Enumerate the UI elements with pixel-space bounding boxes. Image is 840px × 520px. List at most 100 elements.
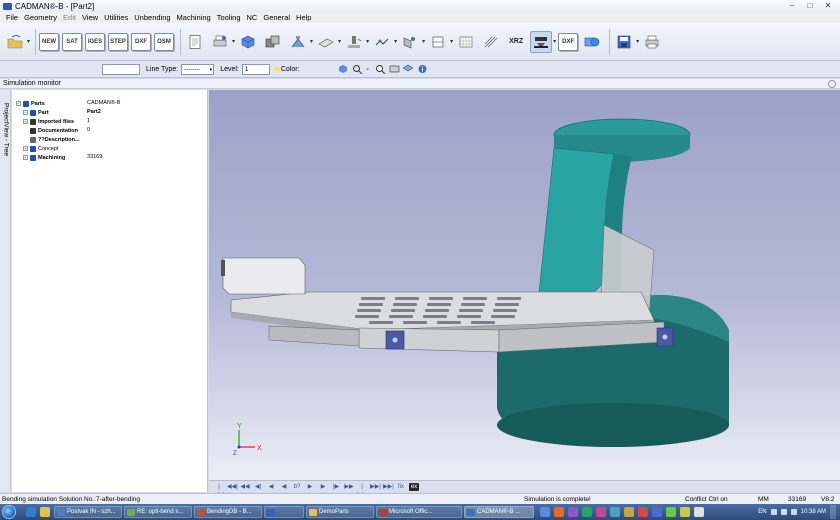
clock[interactable]: 10:38 AM: [801, 509, 826, 515]
dxf-export-button[interactable]: DXF: [558, 32, 579, 51]
play-button[interactable]: ▶: [305, 483, 315, 491]
xrz-button[interactable]: XRZ: [505, 31, 527, 53]
minimize-button[interactable]: –: [784, 1, 800, 10]
line-type-select[interactable]: -------- ▾: [181, 63, 215, 75]
tree-row[interactable]: − Parts: [16, 99, 45, 108]
measure-button[interactable]: [371, 31, 393, 53]
next-step-button[interactable]: |▶▶: [357, 483, 367, 498]
menu-view[interactable]: View: [82, 13, 98, 22]
ie-icon[interactable]: [26, 507, 36, 517]
expand-icon[interactable]: +: [23, 119, 28, 124]
quicklaunch-icon[interactable]: [680, 507, 690, 517]
taskbar-item[interactable]: Microsoft Offic...: [376, 506, 462, 518]
sat-import-button[interactable]: SAT: [62, 32, 83, 51]
step-import-button[interactable]: STEP: [108, 32, 129, 51]
menu-nc[interactable]: NC: [247, 13, 258, 22]
show-desktop-button[interactable]: [830, 505, 836, 519]
view-cube-icon[interactable]: [338, 64, 349, 74]
quicklaunch-icon[interactable]: [638, 507, 648, 517]
step-back-button[interactable]: ◀|: [253, 483, 263, 491]
step-forward-button[interactable]: |▶: [331, 483, 341, 491]
export-button[interactable]: ex: [409, 482, 419, 491]
menu-help[interactable]: Help: [296, 13, 311, 22]
fix-button[interactable]: fix: [396, 483, 406, 491]
bend-dropdown-icon[interactable]: ▾: [310, 38, 313, 45]
expand-icon[interactable]: −: [23, 110, 28, 115]
query-button[interactable]: b?: [292, 483, 302, 491]
info-icon[interactable]: [417, 64, 428, 74]
press-brake-dropdown-icon[interactable]: ▾: [553, 38, 556, 45]
tree-row[interactable]: + Machining: [23, 153, 65, 162]
quicklaunch-icon[interactable]: [554, 507, 564, 517]
quicklaunch-icon[interactable]: [652, 507, 662, 517]
quicklaunch-icon[interactable]: [666, 507, 676, 517]
tree-row[interactable]: − Part: [23, 108, 49, 117]
language-indicator[interactable]: EN: [758, 509, 766, 515]
back-slow-button[interactable]: ◀: [279, 483, 289, 491]
flag-button[interactable]: [427, 31, 449, 53]
back-button[interactable]: ◀: [266, 483, 276, 491]
osm-import-button[interactable]: OSM: [154, 32, 175, 51]
maximize-button[interactable]: □: [802, 1, 818, 10]
next-solution-button[interactable]: ▶▶|: [370, 483, 381, 491]
globe-button[interactable]: [581, 31, 603, 53]
tree-row[interactable]: + Imported files: [23, 117, 74, 126]
menu-unbending[interactable]: Unbending: [134, 13, 170, 22]
fast-forward-button[interactable]: ▶▶: [344, 483, 354, 491]
expand-icon[interactable]: +: [23, 146, 28, 151]
taskbar-item-active[interactable]: CADMAN®-B ...: [464, 506, 534, 518]
taskbar-item[interactable]: RE: opti-bend s...: [124, 506, 192, 518]
menu-edit[interactable]: Edit: [63, 13, 76, 22]
network-icon[interactable]: [770, 509, 777, 515]
menu-machining[interactable]: Machining: [177, 13, 211, 22]
search-icon[interactable]: [375, 64, 386, 74]
menu-file[interactable]: File: [6, 13, 18, 22]
project-view-side-tab[interactable]: ProjectView - Tree: [0, 90, 11, 492]
menu-geometry[interactable]: Geometry: [24, 13, 57, 22]
quicklaunch-icon[interactable]: [610, 507, 620, 517]
explorer-icon[interactable]: [40, 507, 50, 517]
display-icon[interactable]: [389, 64, 400, 74]
printer-button[interactable]: [641, 31, 663, 53]
measure-dropdown-icon[interactable]: ▾: [394, 38, 397, 45]
bend-tool-button[interactable]: [287, 31, 309, 53]
menu-utilities[interactable]: Utilities: [104, 13, 128, 22]
press-brake-button[interactable]: [530, 30, 553, 53]
zoom-icon[interactable]: [352, 64, 363, 74]
last-step-button[interactable]: ▶▶|: [383, 483, 394, 491]
tree-row[interactable]: ??Description...: [30, 135, 80, 144]
quicklaunch-icon[interactable]: [568, 507, 578, 517]
cube-view-button[interactable]: [237, 31, 259, 53]
layers-icon[interactable]: [403, 64, 414, 74]
open-button[interactable]: [4, 31, 26, 53]
punch-dropdown-icon[interactable]: ▾: [366, 38, 369, 45]
save-dropdown-icon[interactable]: ▾: [636, 38, 639, 45]
dxf-import-button[interactable]: DXF: [131, 32, 152, 51]
start-button[interactable]: [2, 505, 16, 519]
taskbar-item[interactable]: BendingDB - B...: [194, 506, 262, 518]
taskbar-item[interactable]: DemoParts: [306, 506, 374, 518]
quicklaunch-icon[interactable]: [624, 507, 634, 517]
3d-viewport[interactable]: Y X Z: [209, 90, 840, 480]
expand-icon[interactable]: −: [16, 101, 21, 106]
sheet-dropdown-icon[interactable]: ▾: [338, 38, 341, 45]
tree-row[interactable]: + Concept: [23, 144, 59, 153]
quicklaunch-icon[interactable]: [596, 507, 606, 517]
menu-general[interactable]: General: [263, 13, 290, 22]
menu-tooling[interactable]: Tooling: [217, 13, 241, 22]
flag-dropdown-icon[interactable]: ▾: [450, 38, 453, 45]
volume-icon[interactable]: [780, 509, 787, 515]
matrix-button[interactable]: [455, 31, 477, 53]
sheet-button[interactable]: [315, 31, 337, 53]
prev-solution-button[interactable]: ◀◀|: [227, 483, 238, 491]
quicklaunch-icon[interactable]: [540, 507, 550, 517]
print-button[interactable]: [209, 31, 231, 53]
fast-rewind-button[interactable]: ◀◀: [240, 483, 250, 491]
zoom-dropdown-icon[interactable]: [366, 64, 372, 74]
open-dropdown-icon[interactable]: ▾: [27, 38, 30, 45]
new-button[interactable]: NEW: [39, 32, 60, 51]
multi-cube-button[interactable]: [262, 31, 284, 53]
sheet-edit-button[interactable]: [399, 31, 421, 53]
print-dropdown-icon[interactable]: ▾: [232, 38, 235, 45]
settings-icon[interactable]: [828, 80, 836, 88]
